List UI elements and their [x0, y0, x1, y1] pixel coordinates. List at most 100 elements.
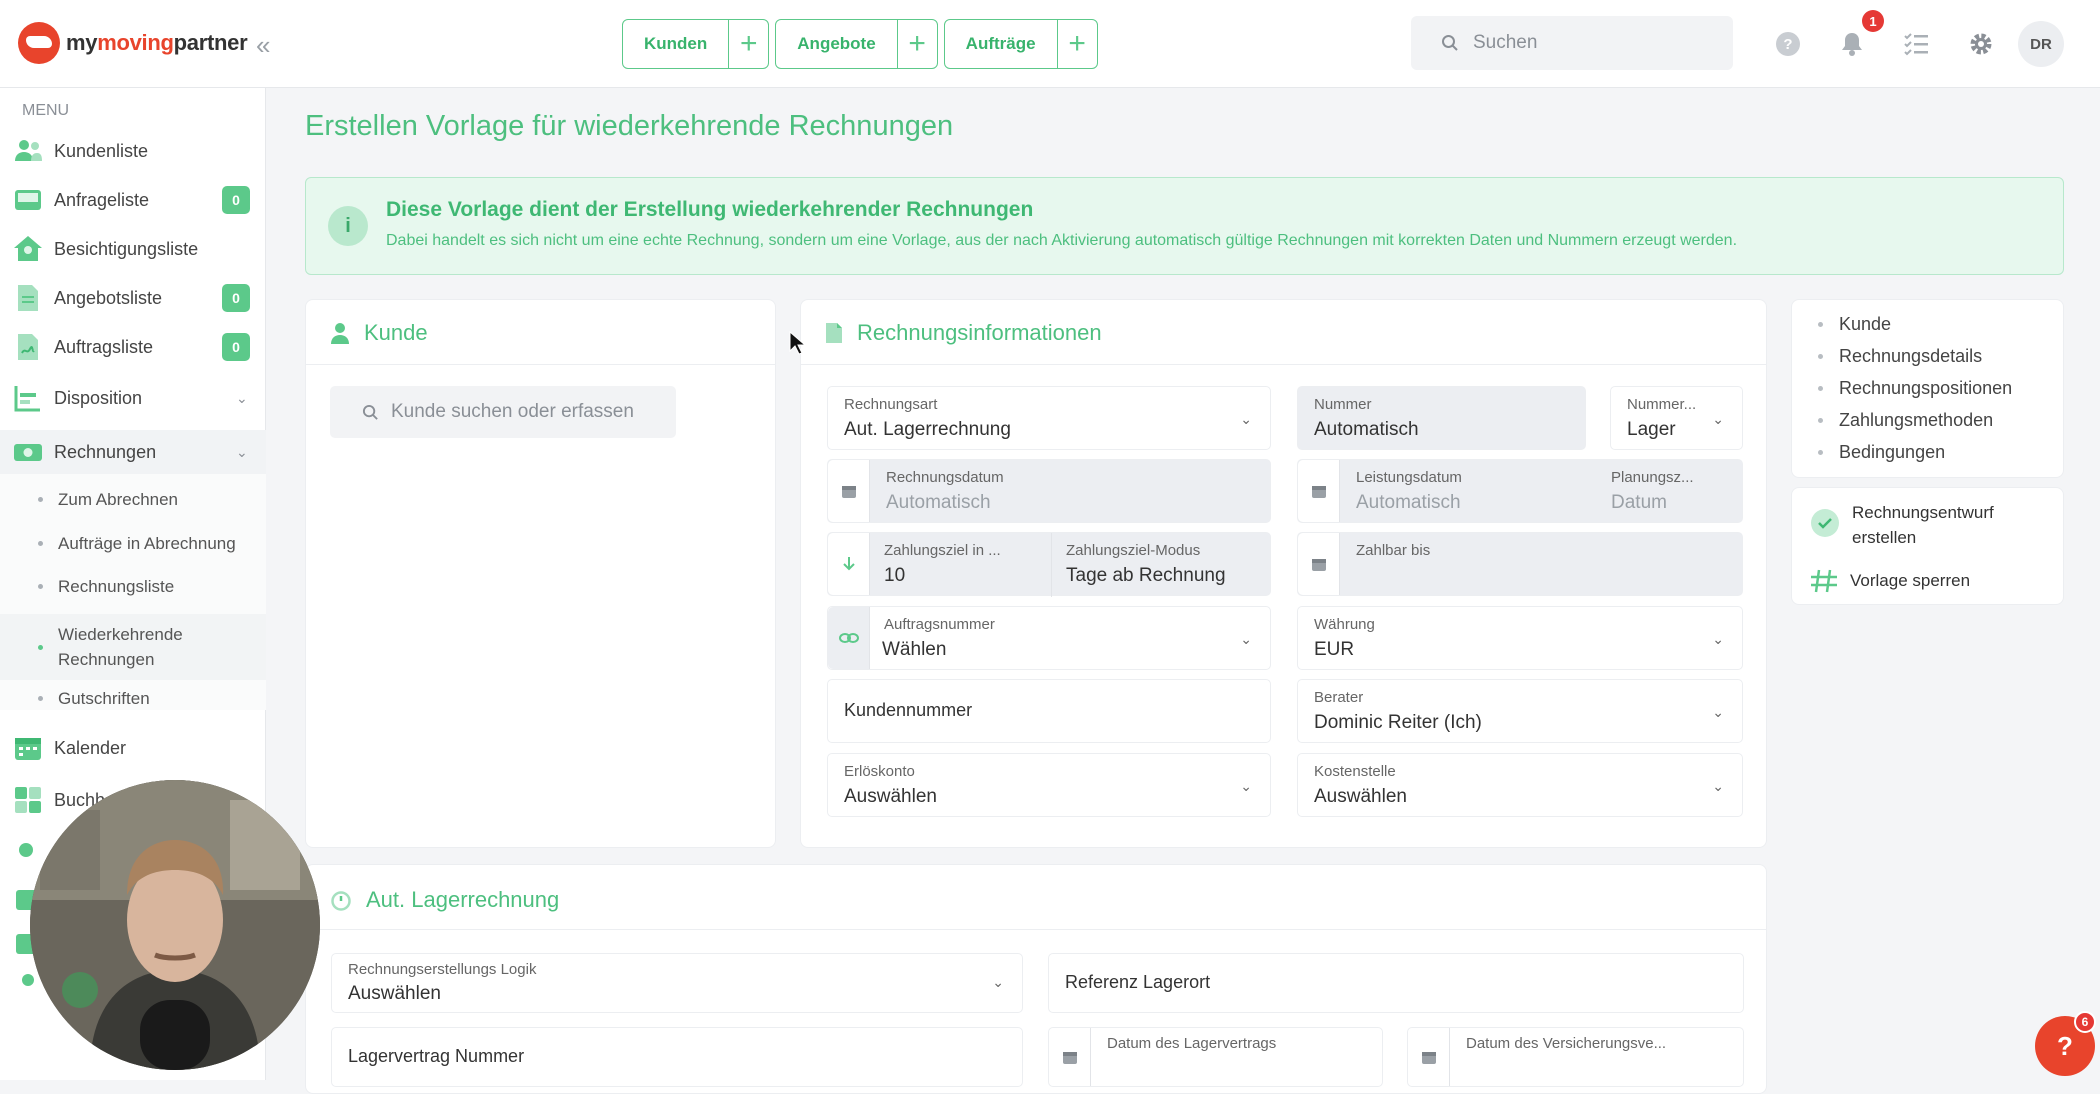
- sidebar-label: Auftragsliste: [54, 336, 154, 357]
- lock-template-button[interactable]: Vorlage sperren: [1810, 568, 1970, 593]
- person-icon: [331, 323, 349, 344]
- waehrung-select[interactable]: Währung EUR ⌄: [1297, 606, 1743, 670]
- auftraege-button[interactable]: Aufträge: [945, 20, 1057, 68]
- zahlbar-bis-field[interactable]: Zahlbar bis: [1297, 532, 1743, 596]
- add-angebot-icon[interactable]: +: [896, 20, 937, 68]
- collapse-sidebar-icon[interactable]: «: [256, 30, 270, 61]
- notification-badge: 1: [1862, 10, 1884, 32]
- kundennummer-input[interactable]: Kundennummer: [827, 679, 1271, 743]
- add-auftrag-icon[interactable]: +: [1056, 20, 1097, 68]
- chevron-down-icon: ⌄: [1712, 631, 1724, 647]
- rechnungsinfo-header: Rechnungsinformationen: [825, 320, 1102, 346]
- sidebar-label: Angebotsliste: [54, 287, 163, 308]
- sidebar-sub-gutschriften[interactable]: Gutschriften: [0, 683, 266, 713]
- field-value: Automatisch: [1314, 419, 1419, 440]
- field-placeholder: Lagervertrag Nummer: [348, 1046, 525, 1066]
- nav-item-kunde[interactable]: Kunde: [1818, 314, 1891, 335]
- kunden-button[interactable]: Kunden: [623, 20, 728, 68]
- chart-icon: [14, 386, 40, 412]
- money-icon: [14, 444, 42, 461]
- rechnungsdatum-field[interactable]: Rechnungsdatum Automatisch: [827, 459, 1271, 523]
- sidebar-sub-wiederkehrende-rechnungen[interactable]: Wiederkehrende Rechnungen: [0, 614, 266, 680]
- sidebar-sub-auftraege-in-abrechnung[interactable]: Aufträge in Abrechnung: [0, 528, 266, 558]
- quick-auftraege: Aufträge +: [943, 19, 1098, 69]
- sidebar-item-disposition[interactable]: Disposition ⌄: [0, 376, 266, 420]
- referenz-lagerort-input[interactable]: Referenz Lagerort: [1048, 953, 1744, 1013]
- logo-icon: [18, 22, 60, 64]
- calendar-icon: [828, 460, 870, 522]
- planungszeitraum-value[interactable]: Datum: [1611, 492, 1667, 514]
- nav-item-rechnungspositionen[interactable]: Rechnungspositionen: [1818, 378, 2012, 399]
- sidebar-item-kalender[interactable]: Kalender: [0, 726, 266, 770]
- field-label: Datum des Lagervertrags: [1107, 1035, 1277, 1052]
- sidebar-item-anfrageliste[interactable]: Anfrageliste 0: [0, 178, 266, 222]
- rechnungsinfo-title: Rechnungsinformationen: [857, 320, 1102, 345]
- inbox-icon: [15, 190, 41, 210]
- sidebar-item-kundenliste[interactable]: Kundenliste: [0, 129, 266, 173]
- sidebar-label: Disposition: [54, 387, 143, 408]
- lagerrechnung-card: Aut. Lagerrechnung Rechnungserstellungs …: [305, 864, 1767, 1094]
- info-icon: i: [328, 206, 368, 246]
- leistungsdatum-field[interactable]: Leistungsdatum Automatisch Planungsz... …: [1297, 459, 1743, 523]
- calendar-icon: [1298, 460, 1340, 522]
- auftragsnummer-select[interactable]: Auftragsnummer Wählen ⌄: [827, 606, 1271, 670]
- erloeskonto-select[interactable]: Erlöskonto Auswählen ⌄: [827, 753, 1271, 817]
- calendar-icon: [1049, 1028, 1091, 1086]
- chevron-down-icon: ⌄: [1240, 778, 1252, 794]
- user-avatar[interactable]: DR: [2018, 21, 2064, 67]
- field-label: Berater: [1314, 689, 1364, 706]
- presenter-video: [30, 780, 320, 1070]
- help-icon[interactable]: ?: [1773, 29, 1803, 59]
- kunde-search-input[interactable]: Kunde suchen oder erfassen: [330, 386, 676, 438]
- field-value: 10: [884, 565, 906, 586]
- field-label: Datum des Versicherungsve...: [1466, 1035, 1667, 1052]
- nav-label: Kunde: [1839, 314, 1892, 334]
- datum-lagervertrag-field[interactable]: Datum des Lagervertrags: [1048, 1027, 1383, 1087]
- nav-item-rechnungsdetails[interactable]: Rechnungsdetails: [1818, 346, 1982, 367]
- datum-versicherung-field[interactable]: Datum des Versicherungsve...: [1407, 1027, 1744, 1087]
- bell-icon[interactable]: [1837, 29, 1867, 59]
- logik-select[interactable]: Rechnungserstellungs Logik Auswählen ⌄: [331, 953, 1023, 1013]
- sidebar-sub-zum-abrechnen[interactable]: Zum Abrechnen: [0, 484, 266, 514]
- field-value: Automatisch: [886, 492, 991, 513]
- field-label: Kostenstelle: [1314, 763, 1396, 780]
- info-banner: i Diese Vorlage dient der Erstellung wie…: [305, 177, 2064, 275]
- kostenstelle-select[interactable]: Kostenstelle Auswählen ⌄: [1297, 753, 1743, 817]
- count-badge: 0: [222, 284, 250, 312]
- zahlungsziel-modus-select[interactable]: Zahlungsziel-Modus Tage ab Rechnung: [1051, 533, 1272, 597]
- field-label: Nummer...: [1627, 396, 1697, 413]
- brand-logo[interactable]: mymovingpartner: [18, 22, 248, 64]
- sub-label: Rechnungsliste: [58, 576, 175, 596]
- calendar-icon: [15, 738, 41, 760]
- sidebar-item-auftragsliste[interactable]: Auftragsliste 0: [0, 325, 266, 369]
- nav-item-bedingungen[interactable]: Bedingungen: [1818, 442, 1945, 463]
- global-search-input[interactable]: Suchen: [1411, 16, 1733, 70]
- field-label: Leistungsdatum: [1356, 469, 1462, 486]
- sidebar-item-angebotsliste[interactable]: Angebotsliste 0: [0, 276, 266, 320]
- kunde-card: Kunde Kunde suchen oder erfassen: [305, 299, 776, 848]
- nav-item-zahlungsmethoden[interactable]: Zahlungsmethoden: [1818, 410, 1993, 431]
- top-bar: mymovingpartner « Kunden + Angebote + Au…: [0, 0, 2100, 88]
- kunde-title: Kunde: [364, 320, 428, 345]
- zahlungsziel-field[interactable]: Zahlungsziel in ... 10 Zahlungsziel-Modu…: [827, 532, 1272, 597]
- rechnungsart-select[interactable]: Rechnungsart Aut. Lagerrechnung ⌄: [827, 386, 1271, 450]
- nummernkreis-select[interactable]: Nummer... Lager ⌄: [1610, 386, 1743, 450]
- field-value: Auswählen: [1314, 786, 1407, 807]
- berater-select[interactable]: Berater Dominic Reiter (Ich) ⌄: [1297, 679, 1743, 743]
- field-label: Erlöskonto: [844, 763, 915, 780]
- field-label: Zahlungsziel-Modus: [1066, 542, 1201, 559]
- sidebar-sub-rechnungsliste[interactable]: Rechnungsliste: [0, 571, 266, 601]
- gear-icon[interactable]: [1966, 29, 1996, 59]
- sidebar-item-besichtigungsliste[interactable]: Besichtigungsliste: [0, 227, 266, 271]
- angebote-button[interactable]: Angebote: [776, 20, 896, 68]
- tasks-icon[interactable]: [1901, 29, 1931, 59]
- calendar-icon: [1408, 1028, 1450, 1086]
- lagervertrag-input[interactable]: Lagervertrag Nummer: [331, 1027, 1023, 1087]
- create-draft-button[interactable]: Rechnungsentwurf erstellen: [1810, 500, 1994, 550]
- add-kunde-icon[interactable]: +: [728, 20, 768, 68]
- chevron-down-icon: ⌄: [992, 974, 1004, 990]
- sidebar-label: Kalender: [54, 737, 127, 758]
- sidebar-item-rechnungen[interactable]: Rechnungen ⌄: [0, 430, 266, 474]
- field-value: Auswählen: [348, 983, 441, 1004]
- rechnungsinfo-card: Rechnungsinformationen Rechnungsart Aut.…: [800, 299, 1767, 848]
